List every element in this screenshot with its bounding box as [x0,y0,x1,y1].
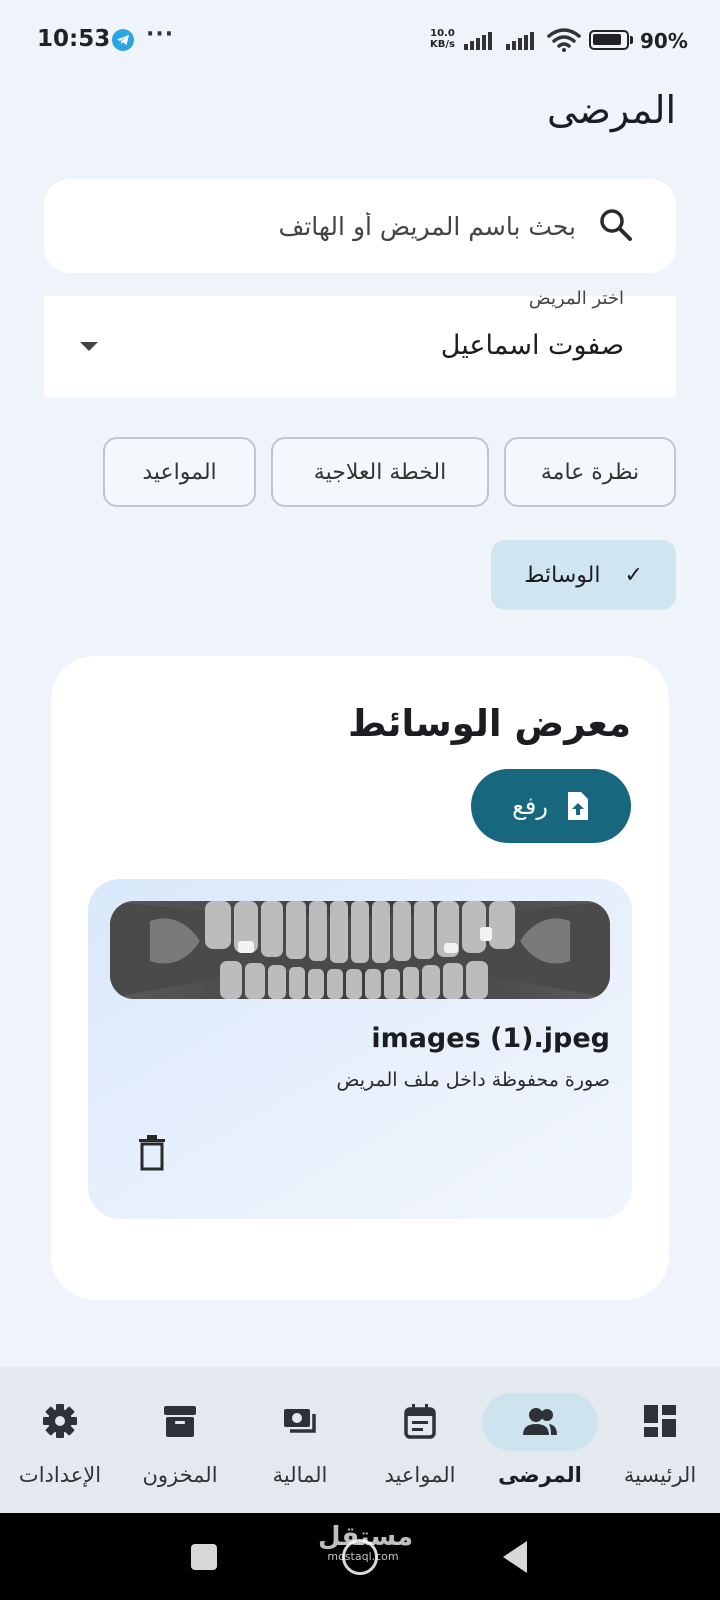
nav-label-settings: الإعدادات [18,1463,102,1487]
watermark-text-ar: مستقل [318,1522,414,1552]
calendar-icon [404,1404,436,1439]
nav-label-finance: المالية [272,1463,328,1487]
nav-item-home[interactable]: الرئيسية [600,1367,720,1513]
nav-item-finance[interactable]: المالية [240,1367,360,1513]
payments-icon [284,1409,316,1433]
patient-select-label: اختر المريض [528,288,624,309]
tab-media[interactable]: ✓ الوسائط [491,540,676,610]
watermark-logo: مستقل mostaql.com [318,1522,414,1563]
check-icon: ✓ [624,562,643,588]
watermark-text-en: mostaql.com [327,1550,399,1563]
dropdown-arrow-icon[interactable] [80,342,98,351]
battery-tip [630,36,633,44]
wifi-icon [547,28,581,52]
upload-button[interactable]: رفع [471,769,631,843]
network-speed: 10.0 KB/s [430,28,455,50]
tab-overview[interactable]: نظرة عامة [504,437,676,507]
settings-icon [43,1404,77,1438]
people-icon [523,1408,557,1435]
nav-label-inventory: المخزون [142,1463,218,1487]
back-button[interactable] [503,1541,527,1573]
battery-percent: 90% [640,29,688,53]
xray-thumbnail[interactable] [110,901,610,999]
delete-icon[interactable] [138,1135,166,1171]
telegram-icon [112,29,134,51]
patient-select[interactable]: اختر المريض صفوت اسماعيل [44,288,676,398]
recents-button[interactable] [191,1544,217,1570]
battery-icon [589,30,629,50]
tab-treatment-plan[interactable]: الخطة العلاجية [271,437,489,507]
bottom-navigation: الرئيسية المرضى المواعيد المالية المخزون… [0,1367,720,1513]
nav-item-patients[interactable]: المرضى [480,1367,600,1513]
inventory-icon [164,1406,196,1437]
system-navigation-bar: مستقل mostaql.com [0,1513,720,1600]
nav-item-inventory[interactable]: المخزون [120,1367,240,1513]
nav-item-settings[interactable]: الإعدادات [0,1367,120,1513]
upload-file-icon [567,792,588,820]
media-gallery-title: معرض الوسائط [347,702,631,745]
signal-icon [506,30,538,50]
media-file-name: images (1).jpeg [371,1023,610,1054]
tab-appointments[interactable]: المواعيد [103,437,256,507]
media-file-description: صورة محفوظة داخل ملف المريض [336,1069,610,1091]
search-input[interactable] [106,203,576,249]
patient-select-value[interactable]: صفوت اسماعيل [441,330,624,361]
media-gallery-card: معرض الوسائط رفع images (1).jpeg صورة مح… [51,656,669,1300]
nav-item-appointments[interactable]: المواعيد [360,1367,480,1513]
status-time: 10:53 [37,26,111,52]
more-notifications-icon: ··· [146,22,175,47]
upload-label: رفع [512,792,548,820]
nav-label-patients: المرضى [498,1463,582,1487]
nav-label-appointments: المواعيد [384,1463,456,1487]
page-title: المرضى [546,88,676,132]
media-item[interactable]: images (1).jpeg صورة محفوظة داخل ملف الم… [88,879,632,1219]
search-icon[interactable] [598,207,634,243]
battery-level [593,34,621,45]
tab-media-label: الوسائط [524,562,601,588]
status-bar: 10:53 ··· 10.0 KB/s 90% [0,0,720,82]
search-box[interactable] [44,179,676,273]
signal-icon [464,30,496,50]
dashboard-icon [644,1405,676,1437]
